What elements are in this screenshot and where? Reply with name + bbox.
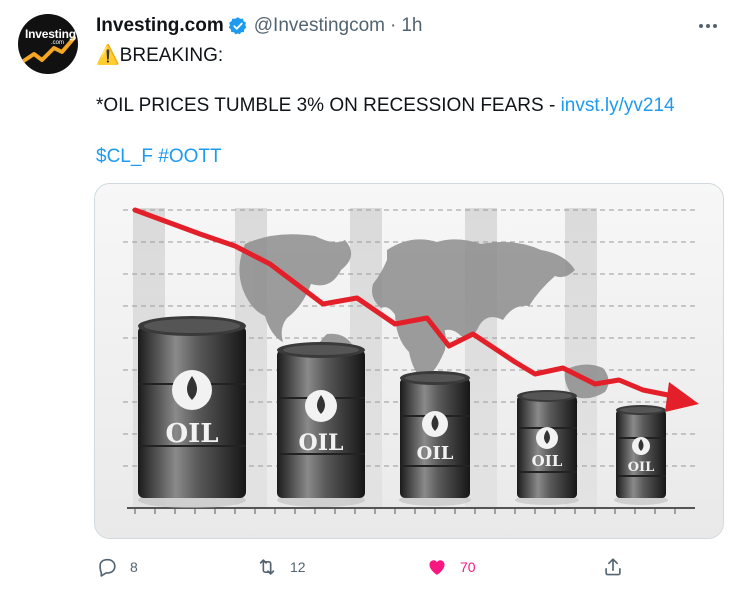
author-handle[interactable]: @Investingcom	[254, 15, 385, 37]
like-count: 70	[460, 559, 476, 575]
more-icon[interactable]	[694, 12, 722, 40]
headline-line: *OIL PRICES TUMBLE 3% ON RECESSION FEARS…	[96, 94, 675, 118]
share-icon	[602, 556, 624, 578]
separator-dot: ·	[389, 15, 397, 36]
retweet-icon	[256, 556, 278, 578]
barrel-label-5: OIL	[628, 460, 655, 475]
warning-icon: ⚠️	[96, 45, 120, 66]
share-button[interactable]	[602, 556, 624, 578]
avatar-brand-text: Investing	[25, 27, 76, 41]
oil-barrel-3: OIL	[399, 371, 471, 506]
reply-icon	[96, 556, 118, 578]
oil-price-illustration: OIL OIL OIL OIL OIL	[95, 184, 723, 538]
article-link[interactable]: invst.ly/yv214	[561, 95, 675, 116]
barrel-label-1: OIL	[165, 419, 218, 449]
cashtag-hashtag-line[interactable]: $CL_F #OOTT	[96, 145, 222, 169]
tweet-header: Investing.com @Investingcom · 1h	[96, 14, 422, 38]
barrel-label-2: OIL	[299, 430, 344, 456]
verified-badge-icon	[228, 16, 248, 36]
oil-barrel-1: OIL	[138, 316, 246, 508]
avatar-trend-icon	[20, 36, 76, 64]
breaking-label: BREAKING:	[119, 45, 224, 66]
retweet-button[interactable]: 12	[256, 556, 306, 578]
tweet: Investing .com Investing.com @Investingc…	[0, 0, 744, 592]
reply-button[interactable]: 8	[96, 556, 138, 578]
tweet-actions: 8 12 70	[96, 556, 636, 580]
avatar-brand-subtext: .com	[51, 40, 65, 46]
author-name[interactable]: Investing.com	[96, 15, 224, 37]
like-button[interactable]: 70	[426, 556, 476, 578]
oil-barrel-4: OIL	[515, 390, 579, 505]
oil-barrel-5: OIL	[614, 405, 668, 505]
reply-count: 8	[130, 559, 138, 575]
breaking-line: ⚠️ BREAKING:	[96, 44, 223, 68]
oil-barrel-2: OIL	[277, 342, 365, 507]
tweet-time[interactable]: 1h	[401, 15, 422, 37]
barrel-label-3: OIL	[417, 443, 454, 464]
retweet-count: 12	[290, 559, 306, 575]
headline-text: *OIL PRICES TUMBLE 3% ON RECESSION FEARS…	[96, 95, 561, 116]
heart-icon	[426, 556, 448, 578]
avatar[interactable]: Investing .com	[18, 14, 78, 74]
tweet-image[interactable]: OIL OIL OIL OIL OIL	[94, 183, 724, 539]
barrel-label-4: OIL	[532, 452, 563, 470]
